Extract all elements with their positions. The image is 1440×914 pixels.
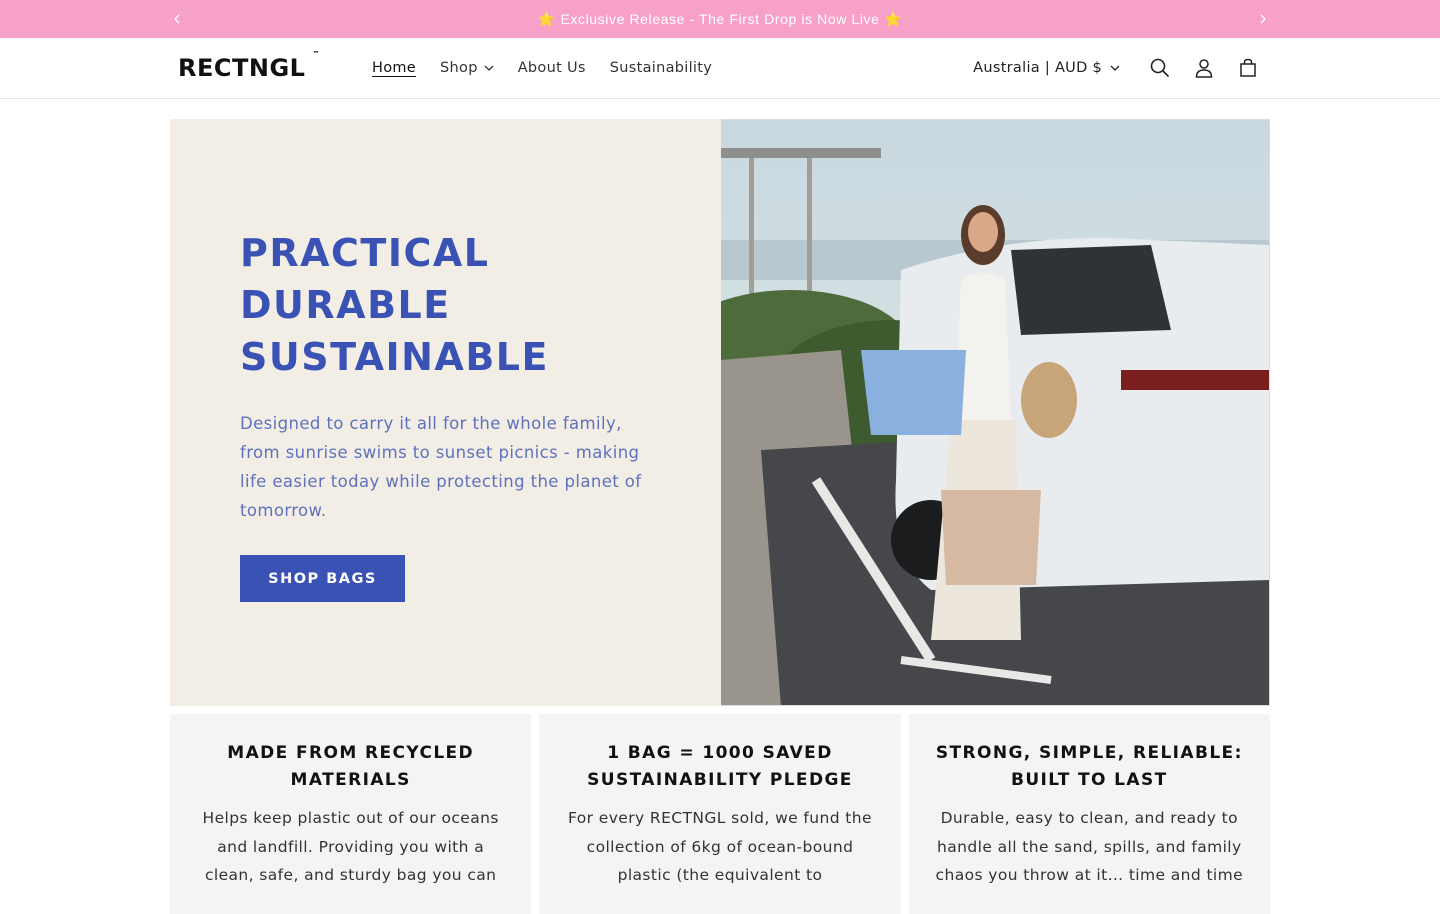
nav-shop[interactable]: Shop [428,60,506,76]
hero-text-panel: PRACTICAL DURABLE SUSTAINABLE Designed t… [170,119,721,706]
locale-selector[interactable]: Australia | AUD $ [973,60,1120,76]
chevron-down-icon [484,65,494,71]
feature-text: For every RECTNGL sold, we fund the coll… [568,809,872,884]
feature-card: MADE FROM RECYCLED MATERIALS Helps keep … [170,714,532,914]
nav-sustainability[interactable]: Sustainability [598,60,724,76]
logo-text: RECTNGL [178,54,306,82]
hero-title-line: DURABLE [240,283,451,327]
feature-title: STRONG, SIMPLE, RELIABLE: BUILT TO LAST [935,743,1243,790]
nav-shop-label: Shop [440,60,478,76]
announcement-bar: ⭐ Exclusive Release - The First Drop is … [0,0,1440,38]
locale-label: Australia | AUD $ [973,60,1102,76]
feature-title: 1 BAG = 1000 SAVED SUSTAINABILITY PLEDGE [587,743,853,790]
hero-image [721,119,1270,706]
account-icon[interactable] [1182,46,1226,90]
nav-home[interactable]: Home [360,60,428,76]
feature-text: Helps keep plastic out of our oceans and… [202,809,499,884]
search-icon[interactable] [1138,46,1182,90]
hero-banner: PRACTICAL DURABLE SUSTAINABLE Designed t… [170,119,1270,706]
nav-sustainability-label: Sustainability [609,60,713,76]
feature-cards: MADE FROM RECYCLED MATERIALS Helps keep … [170,714,1270,914]
chevron-left-icon[interactable] [170,12,184,26]
feature-card: 1 BAG = 1000 SAVED SUSTAINABILITY PLEDGE… [539,714,901,914]
cart-icon[interactable] [1226,46,1270,90]
chevron-down-icon [1110,65,1120,71]
hero-subtitle: Designed to carry it all for the whole f… [240,414,642,520]
logo-trademark: ™ [312,50,320,58]
nav-home-label: Home [372,60,417,76]
hero-title-line: PRACTICAL [240,231,490,275]
shop-bags-button[interactable]: SHOP BAGS [240,555,405,602]
hero-title-line: SUSTAINABLE [240,335,549,379]
feature-text: Durable, easy to clean, and ready to han… [935,809,1244,884]
brand-logo[interactable]: RECTNGL ™ [178,50,320,82]
main-nav: Home Shop About Us Sustainability [360,60,724,76]
announcement-message[interactable]: ⭐ Exclusive Release - The First Drop is … [538,11,902,28]
hero-photo [721,120,1269,705]
feature-title: MADE FROM RECYCLED MATERIALS [227,743,475,790]
feature-card: STRONG, SIMPLE, RELIABLE: BUILT TO LAST … [908,714,1270,914]
header-actions: Australia | AUD $ [973,46,1270,90]
nav-about[interactable]: About Us [506,60,598,76]
hero-title: PRACTICAL DURABLE SUSTAINABLE [240,227,651,383]
chevron-right-icon[interactable] [1256,12,1270,26]
site-header: RECTNGL ™ Home Shop About Us Sustainabili… [0,38,1440,99]
nav-about-label: About Us [517,60,586,76]
